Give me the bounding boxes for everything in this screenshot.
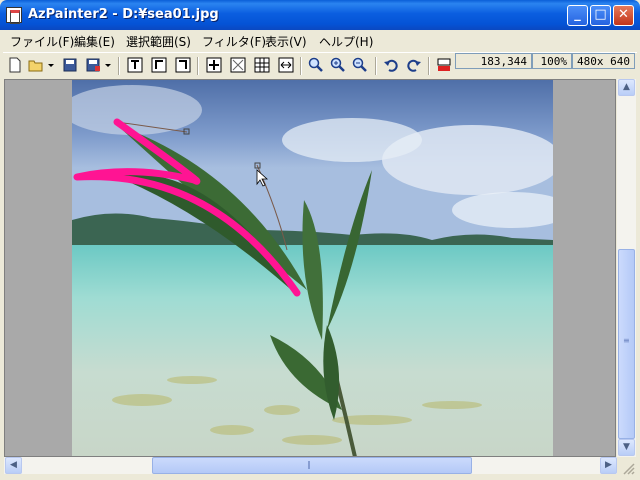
app-window: AzPainter2 - D:¥sea01.jpg _ □ ✕ ファイル(F) … (0, 0, 640, 480)
close-button[interactable]: ✕ (613, 5, 634, 26)
toolbar-separator (375, 57, 377, 75)
scroll-up-button[interactable]: ▲ (618, 79, 635, 96)
color-icon[interactable] (436, 57, 452, 73)
toolbar-separator (118, 57, 120, 75)
menu-file[interactable]: ファイル(F) (10, 33, 74, 50)
image-size: 480x 640 (572, 53, 635, 69)
canvas-area[interactable] (4, 79, 616, 457)
menu-bar: ファイル(F) 編集(E) 選択範囲(S) フィルタ(F) 表示(V) ヘルプ(… (3, 30, 637, 50)
text-mid-icon[interactable] (151, 57, 167, 73)
vertical-scroll-thumb[interactable]: ≡ (618, 249, 635, 439)
zoom-level: 100% (532, 53, 572, 69)
toolbar-separator (197, 57, 199, 75)
menu-select[interactable]: 選択範囲(S) (126, 33, 191, 50)
zoom-icon[interactable] (308, 57, 324, 73)
redo-icon[interactable] (406, 57, 422, 73)
toolbar-separator (300, 57, 302, 75)
menu-view[interactable]: 表示(V) (265, 33, 307, 50)
scroll-down-button[interactable]: ▼ (618, 439, 635, 456)
resize-grip-icon[interactable] (620, 460, 636, 476)
minimize-button[interactable]: _ (567, 5, 588, 26)
horizontal-scroll-thumb[interactable]: ‖ (152, 457, 472, 474)
title-bar[interactable]: AzPainter2 - D:¥sea01.jpg _ □ ✕ (0, 0, 640, 30)
horizontal-scrollbar[interactable]: ◀ ‖ ▶ (4, 457, 617, 474)
menu-filter[interactable]: フィルタ(F) (202, 33, 266, 50)
zoom-out-icon[interactable] (352, 57, 368, 73)
new-icon[interactable] (7, 57, 23, 73)
grid-icon[interactable] (254, 57, 270, 73)
image-canvas[interactable] (72, 80, 553, 457)
app-icon[interactable] (6, 7, 22, 24)
transparent-icon[interactable] (230, 57, 246, 73)
vertical-scrollbar[interactable]: ▲ ≡ ▼ (617, 79, 636, 457)
undo-icon[interactable] (383, 57, 399, 73)
save-as-icon[interactable] (85, 57, 101, 73)
window-title: AzPainter2 - D:¥sea01.jpg (28, 7, 219, 22)
scroll-right-button[interactable]: ▶ (600, 457, 617, 474)
dropdown-icon[interactable] (47, 57, 55, 73)
fit-icon[interactable] (206, 57, 222, 73)
text-top-icon[interactable] (127, 57, 143, 73)
menu-help[interactable]: ヘルプ(H) (319, 33, 373, 50)
dropdown-icon[interactable] (104, 57, 112, 73)
save-icon[interactable] (62, 57, 78, 73)
cursor-position: 183,344 (455, 53, 532, 69)
open-icon[interactable] (28, 57, 44, 73)
maximize-button[interactable]: □ (590, 5, 611, 26)
zoom-in-icon[interactable] (330, 57, 346, 73)
menu-edit[interactable]: 編集(E) (74, 33, 115, 50)
text-bottom-icon[interactable] (175, 57, 191, 73)
grip-icon: ‖ (307, 460, 311, 469)
toolbar-separator (428, 57, 430, 75)
scroll-left-button[interactable]: ◀ (5, 457, 22, 474)
grip-icon: ≡ (623, 336, 630, 345)
fit-width-icon[interactable] (278, 57, 294, 73)
